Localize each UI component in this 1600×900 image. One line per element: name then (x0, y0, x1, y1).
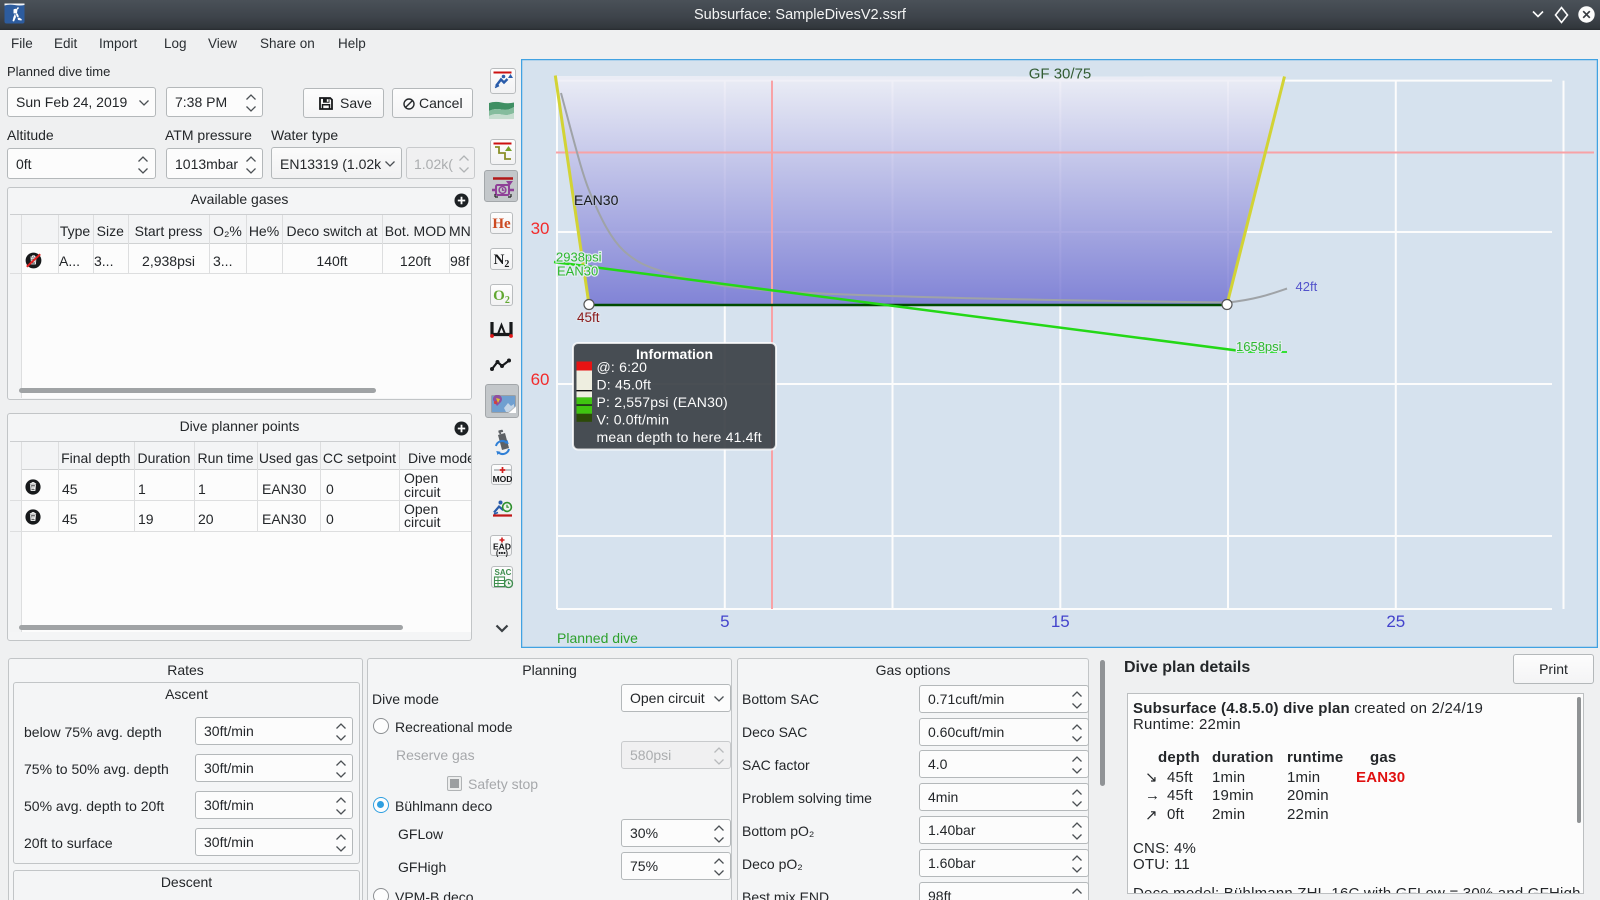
svg-text:EAN30: EAN30 (574, 192, 619, 208)
svg-text:25: 25 (1386, 612, 1405, 631)
svg-text:15: 15 (1051, 612, 1070, 631)
svg-text:V: 0.0ft/min: V: 0.0ft/min (597, 412, 670, 428)
svg-text:@: 6:20: @: 6:20 (597, 359, 648, 375)
svg-text:Planned dive: Planned dive (557, 630, 638, 646)
svg-text:5: 5 (720, 612, 729, 631)
svg-text:GF 30/75: GF 30/75 (1029, 66, 1092, 83)
svg-text:MOD: MOD (492, 474, 512, 484)
svg-text:1658psi: 1658psi (1236, 339, 1282, 354)
svg-text:42ft: 42ft (1296, 279, 1318, 294)
svg-text:EAN30: EAN30 (557, 264, 598, 279)
svg-text:SAC: SAC (494, 568, 511, 577)
svg-text:Information: Information (636, 346, 713, 362)
svg-text:60: 60 (531, 370, 550, 389)
svg-text:2938psi: 2938psi (556, 250, 602, 265)
svg-text:45ft: 45ft (577, 310, 600, 325)
svg-text:mean depth to here 41.4ft: mean depth to here 41.4ft (597, 429, 762, 445)
svg-text:30: 30 (531, 219, 550, 238)
svg-text:D: 45.0ft: D: 45.0ft (597, 377, 652, 393)
svg-text:(•••): (•••) (496, 550, 508, 557)
svg-text:P: 2,557psi (EAN30): P: 2,557psi (EAN30) (597, 394, 728, 410)
